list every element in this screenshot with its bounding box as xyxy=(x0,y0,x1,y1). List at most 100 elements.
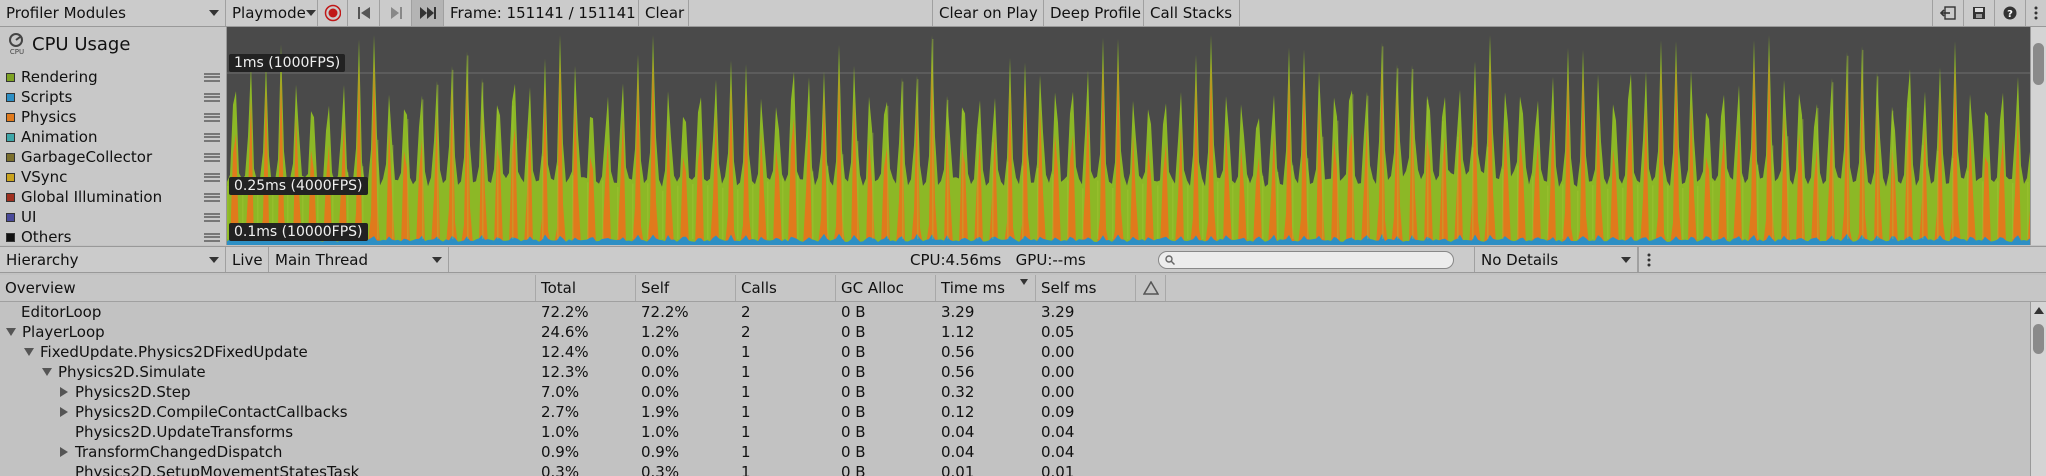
playmode-dropdown[interactable]: Playmode xyxy=(226,0,318,26)
rendering-highlight xyxy=(1382,46,1384,239)
rendering-highlight xyxy=(1937,150,1939,239)
drag-handle-icon[interactable] xyxy=(204,92,220,102)
profiler-modules-dropdown[interactable]: Profiler Modules xyxy=(0,0,226,26)
current-frame-button[interactable] xyxy=(412,0,444,26)
rendering-highlight xyxy=(1982,181,1984,239)
clear-on-play-toggle[interactable]: Clear on Play xyxy=(933,0,1044,26)
table-row[interactable]: Physics2D.Step 7.0% 0.0% 1 0 B 0.32 0.00 xyxy=(0,382,2030,402)
rendering-highlight xyxy=(1667,185,1669,239)
legend-item-scripts[interactable]: Scripts xyxy=(6,87,220,107)
next-frame-button[interactable] xyxy=(380,0,412,26)
legend-item-rendering[interactable]: Rendering xyxy=(6,67,220,87)
clear-button[interactable]: Clear xyxy=(639,0,689,26)
column-calls[interactable]: Calls xyxy=(736,275,836,301)
table-row[interactable]: TransformChangedDispatch 0.9% 0.9% 1 0 B 0.04… xyxy=(0,442,2030,462)
help-button[interactable]: ? xyxy=(1994,0,2025,26)
view-type-dropdown[interactable]: Hierarchy xyxy=(0,247,226,272)
legend-item-vsync[interactable]: VSync xyxy=(6,167,220,187)
more-options-button[interactable] xyxy=(2025,0,2046,26)
cpu-usage-chart[interactable]: 1ms (1000FPS) 0.25ms (4000FPS) 0.1ms (10… xyxy=(227,27,2030,245)
row-selfms-cell: 0.04 xyxy=(1041,423,1075,441)
table-row[interactable]: Physics2D.CompileContactCallbacks 2.7% 1.9… xyxy=(0,402,2030,422)
expanded-arrow-icon[interactable] xyxy=(24,348,34,356)
collapsed-arrow-icon[interactable] xyxy=(60,387,68,397)
rendering-highlight xyxy=(1682,188,1684,239)
details-dropdown[interactable]: No Details xyxy=(1474,247,1638,272)
column-gc-alloc[interactable]: GC Alloc xyxy=(836,275,936,301)
thread-dropdown[interactable]: Main Thread xyxy=(269,247,449,272)
table-row[interactable]: PlayerLoop 24.6% 1.2% 2 0 B 1.12 0.05 xyxy=(0,322,2030,342)
collapsed-arrow-icon[interactable] xyxy=(60,407,68,417)
drag-handle-icon[interactable] xyxy=(204,72,220,82)
scroll-up-icon[interactable] xyxy=(2034,307,2044,315)
column-gc-alloc-label: GC Alloc xyxy=(841,279,904,297)
legend-item-global-illumination[interactable]: Global Illumination xyxy=(6,187,220,207)
table-row[interactable]: FixedUpdate.Physics2DFixedUpdate 12.4% 0.0… xyxy=(0,342,2030,362)
column-time-ms[interactable]: Time ms xyxy=(936,275,1036,301)
table-row[interactable]: EditorLoop 72.2% 72.2% 2 0 B 3.29 3.29 xyxy=(0,302,2030,322)
table-row[interactable]: Physics2D.Simulate 12.3% 0.0% 1 0 B 0.56 0.00 xyxy=(0,362,2030,382)
table-row[interactable]: Physics2D.UpdateTransforms 1.0% 1.0% 1 0 B 0.… xyxy=(0,422,2030,442)
search-input[interactable] xyxy=(1158,250,1454,269)
legend-item-ui[interactable]: UI xyxy=(6,207,220,227)
chevron-down-icon xyxy=(209,10,219,16)
deep-profile-toggle[interactable]: Deep Profile xyxy=(1044,0,1144,26)
table-scrollbar-thumb[interactable] xyxy=(2033,324,2044,354)
chart-scrollbar[interactable] xyxy=(2030,27,2046,245)
row-selfms-cell: 0.05 xyxy=(1041,323,1075,341)
drag-handle-icon[interactable] xyxy=(204,232,220,242)
drag-handle-icon[interactable] xyxy=(204,152,220,162)
row-name-cell: FixedUpdate.Physics2DFixedUpdate xyxy=(24,342,308,362)
chart-scrollbar-thumb[interactable] xyxy=(2033,43,2044,85)
row-self-cell: 0.9% xyxy=(641,443,680,461)
details-options-button[interactable] xyxy=(1638,247,1659,272)
rendering-highlight xyxy=(812,171,814,239)
collapsed-arrow-icon[interactable] xyxy=(60,447,68,457)
rendering-highlight xyxy=(692,183,694,239)
first-frame-button[interactable] xyxy=(348,0,380,26)
kebab-menu-icon xyxy=(2034,6,2038,20)
column-overview[interactable]: Overview xyxy=(0,275,536,301)
legend-item-physics[interactable]: Physics xyxy=(6,107,220,127)
expanded-arrow-icon[interactable] xyxy=(6,328,16,336)
column-self-ms[interactable]: Self ms xyxy=(1036,275,1136,301)
table-scrollbar[interactable] xyxy=(2030,302,2046,476)
save-button[interactable] xyxy=(1963,0,1994,26)
cpu-module-panel[interactable]: CPU CPU Usage Rendering Scripts Physics Ani… xyxy=(0,27,227,247)
expanded-arrow-icon[interactable] xyxy=(42,368,52,376)
drag-handle-icon[interactable] xyxy=(204,112,220,122)
rendering-highlight xyxy=(662,190,664,239)
legend-item-animation[interactable]: Animation xyxy=(6,127,220,147)
rendering-highlight xyxy=(1577,190,1579,239)
rendering-highlight xyxy=(632,183,634,239)
rendering-highlight xyxy=(452,69,454,239)
legend-item-garbagecollector[interactable]: GarbageCollector xyxy=(6,147,220,167)
record-button[interactable] xyxy=(318,0,348,26)
call-stacks-toggle[interactable]: Call Stacks xyxy=(1144,0,1240,26)
rendering-highlight xyxy=(1517,165,1519,239)
rendering-highlight xyxy=(617,186,619,239)
legend-label: Animation xyxy=(21,128,98,146)
row-name-cell: Physics2D.Step xyxy=(60,382,191,402)
drag-handle-icon[interactable] xyxy=(204,192,220,202)
svg-text:?: ? xyxy=(2007,9,2013,20)
legend-swatch xyxy=(6,132,15,142)
legend-item-others[interactable]: Others xyxy=(6,227,220,247)
column-total[interactable]: Total xyxy=(536,275,636,301)
table-row[interactable]: Physics2D.SetupMovementStatesTask 0.3% 0.3… xyxy=(0,462,2030,476)
row-calls-cell: 1 xyxy=(741,383,751,401)
column-self[interactable]: Self xyxy=(636,275,736,301)
load-button[interactable] xyxy=(1932,0,1963,26)
live-toggle[interactable]: Live xyxy=(226,247,269,272)
row-calls-cell: 1 xyxy=(741,423,751,441)
column-warnings[interactable] xyxy=(1136,275,1166,301)
rendering-highlight xyxy=(962,111,964,239)
drag-handle-icon[interactable] xyxy=(204,212,220,222)
rendering-highlight xyxy=(707,185,709,239)
cpu-gpu-time: CPU:4.56ms GPU:--ms xyxy=(904,247,1154,272)
rendering-highlight xyxy=(422,99,424,239)
row-calls-cell: 1 xyxy=(741,403,751,421)
row-time-cell: 0.56 xyxy=(941,363,975,381)
drag-handle-icon[interactable] xyxy=(204,132,220,142)
drag-handle-icon[interactable] xyxy=(204,172,220,182)
